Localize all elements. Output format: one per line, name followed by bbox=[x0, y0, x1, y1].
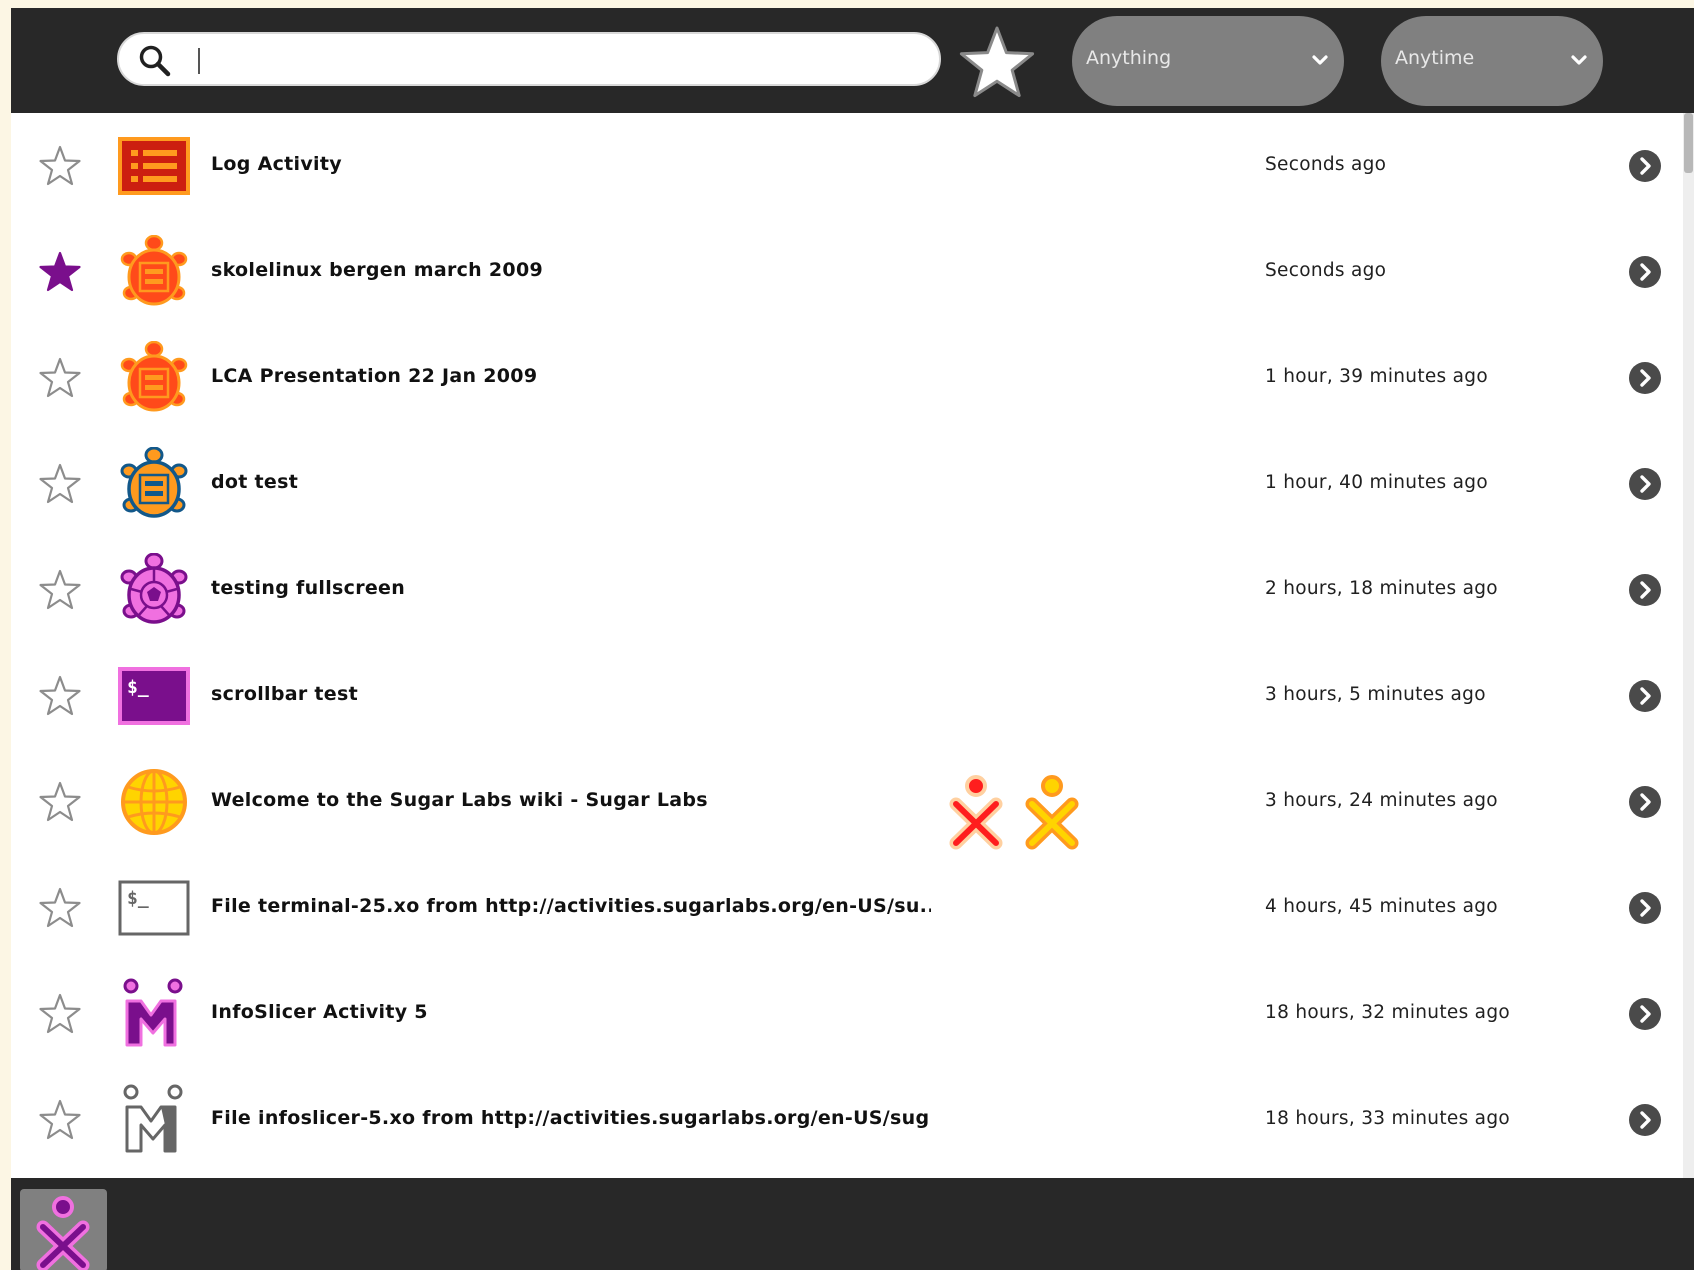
entry-time: Seconds ago bbox=[1265, 260, 1387, 281]
favorite-star-icon[interactable] bbox=[37, 143, 83, 189]
favorite-star-icon[interactable] bbox=[37, 1097, 83, 1143]
search-box[interactable] bbox=[117, 32, 941, 86]
entry-title[interactable]: Welcome to the Sugar Labs wiki - Sugar L… bbox=[211, 789, 931, 815]
entry-time: 18 hours, 32 minutes ago bbox=[1265, 1002, 1510, 1023]
search-input[interactable] bbox=[183, 42, 923, 78]
list-item[interactable]: $_ scrollbar test 3 hours, 5 minutes ago bbox=[11, 643, 1683, 749]
scrollbar-thumb[interactable] bbox=[1684, 113, 1693, 173]
entry-title[interactable]: Log Activity bbox=[211, 153, 931, 179]
entry-time: 1 hour, 40 minutes ago bbox=[1265, 472, 1488, 493]
details-arrow-icon[interactable] bbox=[1628, 891, 1662, 925]
favorite-star-icon[interactable] bbox=[37, 885, 83, 931]
entry-title[interactable]: testing fullscreen bbox=[211, 577, 931, 603]
list-item[interactable]: Welcome to the Sugar Labs wiki - Sugar L… bbox=[11, 749, 1683, 855]
infoslicer-bundle-icon[interactable] bbox=[117, 1083, 191, 1157]
favorite-star-icon[interactable] bbox=[37, 779, 83, 825]
infoslicer-icon[interactable] bbox=[117, 977, 191, 1051]
list-item[interactable]: File infoslicer-5.xo from http://activit… bbox=[11, 1067, 1683, 1173]
type-filter-label: Anything bbox=[1086, 47, 1172, 69]
list-item[interactable]: LCA Presentation 22 Jan 2009 1 hour, 39 … bbox=[11, 325, 1683, 431]
browse-globe-icon[interactable] bbox=[117, 765, 191, 839]
entry-title[interactable]: File infoslicer-5.xo from http://activit… bbox=[211, 1107, 931, 1133]
journal-toolbar: Anything Anytime bbox=[11, 8, 1694, 113]
favorite-filter-star-icon[interactable] bbox=[957, 24, 1037, 100]
turtle-art-icon[interactable] bbox=[117, 235, 191, 309]
entry-time: 3 hours, 24 minutes ago bbox=[1265, 790, 1498, 811]
list-item[interactable]: dot test 1 hour, 40 minutes ago bbox=[11, 431, 1683, 537]
bottom-toolbar bbox=[11, 1178, 1694, 1270]
search-icon bbox=[139, 45, 171, 77]
entry-title[interactable]: LCA Presentation 22 Jan 2009 bbox=[211, 365, 931, 391]
journal-entry-list: Log Activity Seconds ago skolelinux berg… bbox=[11, 113, 1683, 1178]
buddy-xo-icon bbox=[949, 775, 1003, 850]
list-item[interactable]: testing fullscreen 2 hours, 18 minutes a… bbox=[11, 537, 1683, 643]
xo-journal-icon bbox=[36, 1196, 90, 1270]
turtle-art-icon[interactable] bbox=[117, 341, 191, 415]
entry-title[interactable]: File terminal-25.xo from http://activiti… bbox=[211, 895, 931, 921]
favorite-star-icon[interactable] bbox=[37, 673, 83, 719]
entry-title[interactable]: skolelinux bergen march 2009 bbox=[211, 259, 931, 285]
entry-time: 2 hours, 18 minutes ago bbox=[1265, 578, 1498, 599]
terminal-icon[interactable]: $_ bbox=[117, 659, 191, 733]
list-item[interactable]: Log Activity Seconds ago bbox=[11, 113, 1683, 219]
details-arrow-icon[interactable] bbox=[1628, 467, 1662, 501]
details-arrow-icon[interactable] bbox=[1628, 149, 1662, 183]
buddy-icons bbox=[949, 775, 1079, 850]
entry-time: Seconds ago bbox=[1265, 154, 1387, 175]
entry-time: 1 hour, 39 minutes ago bbox=[1265, 366, 1488, 387]
details-arrow-icon[interactable] bbox=[1628, 1103, 1662, 1137]
svg-text:$_: $_ bbox=[127, 677, 149, 698]
details-arrow-icon[interactable] bbox=[1628, 255, 1662, 289]
chevron-down-icon bbox=[1312, 55, 1328, 65]
terminal-bundle-icon[interactable]: $_ bbox=[117, 871, 191, 945]
svg-text:$_: $_ bbox=[127, 888, 149, 909]
list-item[interactable]: $_ File terminal-25.xo from http://activ… bbox=[11, 855, 1683, 961]
details-arrow-icon[interactable] bbox=[1628, 361, 1662, 395]
time-filter-label: Anytime bbox=[1395, 47, 1475, 69]
entry-title[interactable]: dot test bbox=[211, 471, 931, 497]
chevron-down-icon bbox=[1571, 55, 1587, 65]
details-arrow-icon[interactable] bbox=[1628, 785, 1662, 819]
entry-title[interactable]: InfoSlicer Activity 5 bbox=[211, 1001, 931, 1027]
list-item[interactable]: InfoSlicer Activity 5 18 hours, 32 minut… bbox=[11, 961, 1683, 1067]
details-arrow-icon[interactable] bbox=[1628, 679, 1662, 713]
details-arrow-icon[interactable] bbox=[1628, 573, 1662, 607]
journal-tab[interactable] bbox=[20, 1189, 107, 1270]
favorite-star-icon[interactable] bbox=[37, 567, 83, 613]
favorite-star-icon[interactable] bbox=[37, 461, 83, 507]
type-filter-dropdown[interactable]: Anything bbox=[1072, 16, 1344, 106]
entry-time: 18 hours, 33 minutes ago bbox=[1265, 1108, 1510, 1129]
log-activity-icon[interactable] bbox=[117, 129, 191, 203]
buddy-xo-icon bbox=[1025, 775, 1079, 850]
list-item[interactable]: skolelinux bergen march 2009 Seconds ago bbox=[11, 219, 1683, 325]
turtle-icon[interactable] bbox=[117, 553, 191, 627]
details-arrow-icon[interactable] bbox=[1628, 997, 1662, 1031]
favorite-star-icon[interactable] bbox=[37, 355, 83, 401]
favorite-star-icon[interactable] bbox=[37, 249, 83, 295]
entry-time: 3 hours, 5 minutes ago bbox=[1265, 684, 1486, 705]
vertical-scrollbar[interactable] bbox=[1683, 113, 1694, 1178]
time-filter-dropdown[interactable]: Anytime bbox=[1381, 16, 1603, 106]
journal-window: Anything Anytime Log Activity Seconds ag… bbox=[11, 8, 1694, 1270]
turtle-art-icon[interactable] bbox=[117, 447, 191, 521]
entry-title[interactable]: scrollbar test bbox=[211, 683, 931, 709]
entry-time: 4 hours, 45 minutes ago bbox=[1265, 896, 1498, 917]
favorite-star-icon[interactable] bbox=[37, 991, 83, 1037]
